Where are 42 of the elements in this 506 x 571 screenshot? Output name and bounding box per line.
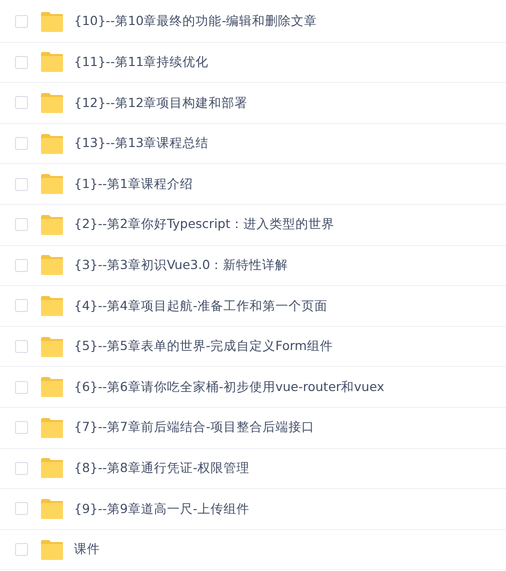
folder-icon — [40, 296, 64, 316]
folder-name[interactable]: {1}--第1章课程介绍 — [74, 174, 193, 194]
folder-name[interactable]: {3}--第3章初识Vue3.0：新特性详解 — [74, 256, 288, 275]
folder-name[interactable]: {13}--第13章课程总结 — [74, 134, 209, 153]
folder-name[interactable]: {5}--第5章表单的世界-完成自定义Form组件 — [74, 337, 333, 356]
checkbox[interactable] — [15, 462, 28, 475]
folder-icon — [40, 540, 64, 560]
checkbox[interactable] — [15, 56, 28, 69]
checkbox[interactable] — [15, 340, 28, 354]
folder-name[interactable]: 课件 — [74, 540, 100, 559]
folder-icon — [40, 52, 64, 72]
checkbox[interactable] — [15, 96, 28, 110]
folder-name[interactable]: {8}--第8章通行凭证-权限管理 — [74, 458, 250, 478]
folder-name[interactable]: {4}--第4章项目起航-准备工作和第一个页面 — [74, 296, 328, 316]
folder-icon — [40, 134, 64, 154]
folder-icon — [40, 255, 64, 276]
checkbox[interactable] — [15, 380, 28, 394]
folder-name[interactable]: {12}--第12章项目构建和部署 — [74, 94, 248, 112]
folder-name[interactable]: {9}--第9章道高一尺-上传组件 — [74, 500, 250, 518]
checkbox[interactable] — [15, 421, 28, 434]
folder-icon — [40, 336, 64, 357]
folder-name[interactable]: {6}--第6章请你吃全家桶-初步使用vue-router和vuex — [74, 378, 384, 397]
checkbox[interactable] — [15, 218, 28, 232]
folder-icon — [40, 458, 64, 478]
folder-icon — [40, 92, 64, 113]
checkbox[interactable] — [15, 502, 28, 516]
folder-name[interactable]: {7}--第7章前后端结合-项目整合后端接口 — [74, 418, 314, 438]
checkbox[interactable] — [15, 299, 28, 312]
folder-name[interactable]: {11}--第11章持续优化 — [74, 53, 209, 72]
folder-icon — [40, 377, 64, 398]
checkbox[interactable] — [15, 137, 28, 150]
folder-icon — [40, 214, 64, 235]
checkbox[interactable] — [15, 543, 28, 556]
checkbox[interactable] — [15, 258, 28, 272]
checkbox[interactable] — [15, 15, 28, 28]
folder-name[interactable]: {10}--第10章最终的功能-编辑和删除文章 — [74, 12, 318, 32]
checkbox[interactable] — [15, 178, 28, 191]
folder-icon — [40, 174, 64, 194]
folder-name[interactable]: {2}--第2章你好Typescript：进入类型的世界 — [74, 215, 334, 234]
folder-icon — [40, 498, 64, 519]
folder-icon — [40, 12, 64, 32]
folder-icon — [40, 418, 64, 438]
